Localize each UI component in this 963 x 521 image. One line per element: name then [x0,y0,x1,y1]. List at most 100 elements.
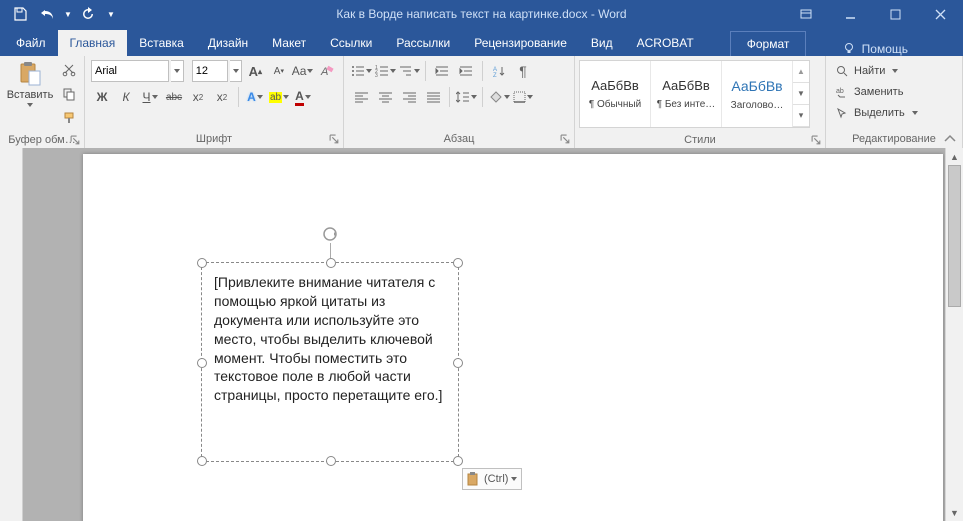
show-marks-icon[interactable]: ¶ [512,60,534,82]
redo-icon[interactable] [76,2,100,26]
text-effects-icon[interactable]: A [244,86,266,108]
save-icon[interactable] [8,2,32,26]
tab-file[interactable]: Файл [4,30,58,56]
highlight-icon[interactable]: ab [268,86,290,108]
group-label-styles: Стили [575,132,825,149]
undo-icon[interactable] [36,2,60,26]
resize-handle-bl[interactable] [197,456,207,466]
rotate-handle[interactable] [321,225,339,243]
gallery-more-icon[interactable]: ▾ [793,105,809,127]
resize-handle-tm[interactable] [326,258,336,268]
ribbon-options-icon[interactable] [783,0,828,28]
resize-handle-tl[interactable] [197,258,207,268]
scroll-up-icon[interactable]: ▲ [946,148,963,165]
shading-icon[interactable] [488,86,510,108]
format-painter-icon[interactable] [58,107,80,129]
align-left-icon[interactable] [350,86,372,108]
tab-mailings[interactable]: Рассылки [384,30,462,56]
bold-button[interactable]: Ж [91,86,113,108]
tab-review[interactable]: Рецензирование [462,30,579,56]
minimize-icon[interactable] [828,0,873,28]
tab-format[interactable]: Формат [730,31,807,56]
tab-references[interactable]: Ссылки [318,30,384,56]
superscript-button[interactable]: x2 [211,86,233,108]
style-no-spacing[interactable]: АаБбВв¶ Без инте… [651,61,722,127]
numbering-icon[interactable]: 123 [374,60,396,82]
justify-icon[interactable] [422,86,444,108]
resize-handle-tr[interactable] [453,258,463,268]
decrease-indent-icon[interactable] [431,60,453,82]
text-box-content[interactable]: [Привлеките внимание читателя с помощью … [202,263,458,415]
svg-text:3: 3 [375,73,378,77]
bullets-icon[interactable] [350,60,372,82]
resize-handle-mr[interactable] [453,358,463,368]
font-name-dropdown[interactable] [171,60,184,82]
maximize-icon[interactable] [873,0,918,28]
paste-button[interactable]: Вставить [4,59,56,129]
tab-acrobat[interactable]: ACROBAT [625,30,706,56]
style-normal[interactable]: АаБбВв¶ Обычный [580,61,651,127]
scroll-down-icon[interactable]: ▼ [946,504,963,521]
resize-handle-ml[interactable] [197,358,207,368]
tab-layout[interactable]: Макет [260,30,318,56]
qat-customize-icon[interactable]: ▼ [104,2,118,26]
sort-icon[interactable]: AZ [488,60,510,82]
svg-text:ab: ab [836,88,844,95]
launcher-icon[interactable] [811,135,822,146]
launcher-icon[interactable] [560,134,571,145]
copy-icon[interactable] [58,83,80,105]
clear-formatting-icon[interactable]: A [315,60,337,82]
align-right-icon[interactable] [398,86,420,108]
tab-home[interactable]: Главная [58,30,128,56]
paste-options-button[interactable]: (Ctrl) [462,468,522,490]
shrink-font-icon[interactable]: A▾ [268,60,290,82]
align-center-icon[interactable] [374,86,396,108]
borders-icon[interactable] [512,86,534,108]
replace-button[interactable]: abЗаменить [836,82,918,102]
select-icon [836,107,849,120]
group-label-paragraph: Абзац [344,131,574,148]
title-bar: ▼ ▼ Как в Ворде написать текст на картин… [0,0,963,28]
page[interactable]: [Привлеките внимание читателя с помощью … [83,154,943,521]
tell-me[interactable]: Помощь [842,42,963,56]
vertical-ruler[interactable] [0,148,23,521]
strike-button[interactable]: abc [163,86,185,108]
style-heading1[interactable]: АаБбВвЗаголово… [722,61,793,127]
text-box[interactable]: [Привлеките внимание читателя с помощью … [201,262,459,462]
increase-indent-icon[interactable] [455,60,477,82]
font-size-dropdown[interactable] [230,60,243,82]
styles-gallery[interactable]: АаБбВв¶ Обычный АаБбВв¶ Без инте… АаБбВв… [579,60,810,128]
tab-insert[interactable]: Вставка [127,30,196,56]
cut-icon[interactable] [58,59,80,81]
window-controls [783,0,963,28]
underline-button[interactable]: Ч [139,86,161,108]
resize-handle-br[interactable] [453,456,463,466]
subscript-button[interactable]: x2 [187,86,209,108]
collapse-ribbon-icon[interactable] [941,130,959,146]
font-color-icon[interactable]: A [292,86,314,108]
group-label-clipboard: Буфер обм… [0,132,84,149]
group-paragraph: 123 AZ ¶ Абзац [344,56,575,148]
resize-handle-bm[interactable] [326,456,336,466]
gallery-down-icon[interactable]: ▼ [793,83,809,105]
select-button[interactable]: Выделить [836,103,918,123]
launcher-icon[interactable] [329,134,340,145]
group-styles: АаБбВв¶ Обычный АаБбВв¶ Без инте… АаБбВв… [575,56,826,148]
undo-dropdown[interactable]: ▼ [64,10,72,19]
gallery-up-icon[interactable]: ▲ [793,61,809,83]
close-icon[interactable] [918,0,963,28]
find-button[interactable]: Найти [836,61,918,81]
change-case-icon[interactable]: Aa [292,60,314,82]
grow-font-icon[interactable]: A▴ [244,60,266,82]
scroll-thumb[interactable] [948,165,961,307]
italic-button[interactable]: К [115,86,137,108]
vertical-scrollbar[interactable]: ▲ ▼ [945,148,963,521]
launcher-icon[interactable] [70,135,81,146]
font-name-input[interactable] [91,60,169,82]
tab-view[interactable]: Вид [579,30,625,56]
multilevel-list-icon[interactable] [398,60,420,82]
tab-design[interactable]: Дизайн [196,30,260,56]
font-size-input[interactable] [192,60,228,82]
line-spacing-icon[interactable] [455,86,477,108]
document-area: [Привлеките внимание читателя с помощью … [0,148,963,521]
